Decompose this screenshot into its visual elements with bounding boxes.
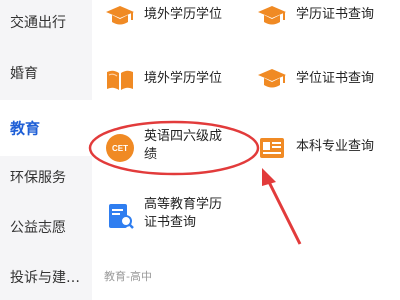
- app-screen: 交通出行 婚育 教育 环保服务 公益志愿 投诉与建… 境外学历学位 学历证书查询…: [0, 0, 400, 300]
- section-label-high-school: 教育-高中: [104, 270, 152, 283]
- sidebar-item-volunteer[interactable]: 公益志愿: [0, 200, 92, 254]
- service-overseas-degree-top[interactable]: 境外学历学位: [104, 0, 244, 32]
- annotation-arrow-line: [266, 179, 302, 245]
- service-label-line2: 绩: [144, 147, 158, 162]
- graduation-cap-icon: [104, 0, 136, 32]
- sidebar-item-environment[interactable]: 环保服务: [0, 150, 92, 204]
- service-label-line2: 证书查询: [144, 215, 197, 230]
- service-label: 境外学历学位: [144, 7, 223, 22]
- sidebar-item-education[interactable]: 教育: [0, 100, 92, 156]
- service-higher-edu-cert[interactable]: 高等教育学历 证书查询: [104, 196, 254, 236]
- service-label: 学位证书查询: [296, 71, 375, 86]
- sidebar-item-label: 环保服务: [10, 170, 66, 186]
- service-label: 本科专业查询: [296, 139, 375, 154]
- service-label: 高等教育学历 证书查询: [144, 196, 222, 232]
- graduation-cap-icon: [256, 0, 288, 32]
- service-degree-check[interactable]: 学位证书查询: [256, 64, 396, 96]
- sidebar-item-label: 婚育: [10, 66, 38, 82]
- service-label: 学历证书查询: [296, 7, 375, 22]
- service-major-check[interactable]: 本科专业查询: [256, 132, 396, 164]
- book-icon: [104, 64, 136, 96]
- sidebar-item-label: 教育: [10, 119, 41, 138]
- service-label-line1: 英语四六级成: [144, 129, 223, 144]
- service-cet-score[interactable]: CET 英语四六级成 绩: [104, 128, 254, 168]
- svg-text:CET: CET: [112, 144, 128, 153]
- service-diploma-check[interactable]: 学历证书查询: [256, 0, 396, 32]
- service-label-line1: 高等教育学历: [144, 197, 223, 212]
- category-sidebar: 交通出行 婚育 教育 环保服务 公益志愿 投诉与建…: [0, 0, 92, 300]
- sidebar-item-label: 公益志愿: [10, 220, 66, 236]
- id-card-icon: [256, 132, 288, 164]
- cet-badge-icon: CET: [104, 132, 136, 164]
- service-label: 英语四六级成 绩: [144, 128, 222, 164]
- service-label: 境外学历学位: [144, 71, 223, 86]
- graduation-cap-icon: [256, 64, 288, 96]
- sidebar-item-complaints[interactable]: 投诉与建…: [0, 250, 92, 300]
- sidebar-item-label: 投诉与建…: [10, 270, 80, 286]
- annotation-arrow-head: [262, 168, 276, 186]
- sidebar-item-label: 交通出行: [10, 15, 66, 31]
- service-overseas-degree[interactable]: 境外学历学位: [104, 64, 244, 96]
- sidebar-item-marriage[interactable]: 婚育: [0, 46, 92, 100]
- document-search-icon: [104, 200, 136, 232]
